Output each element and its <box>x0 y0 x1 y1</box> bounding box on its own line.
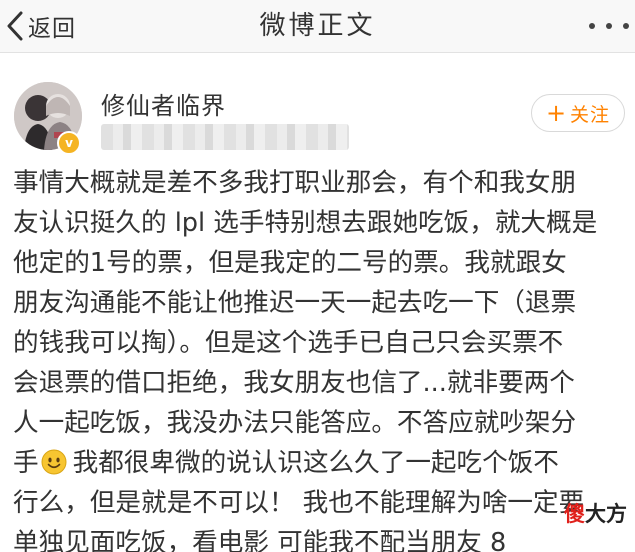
dot <box>623 23 629 29</box>
post-line: 他定的1号的票，但是我定的二号的票。我就跟女 <box>13 248 567 278</box>
post-meta-blurred <box>101 124 349 150</box>
post-line: 朋友沟通能不能让他推迟一天一起去吃一下（退票 <box>13 288 577 318</box>
post-line: 事情大概就是差不多我打职业那会，有个和我女朋 <box>13 168 577 198</box>
dot <box>589 23 595 29</box>
plus-icon: + <box>545 99 567 127</box>
follow-button[interactable]: + 关注 <box>531 94 625 132</box>
chevron-left-icon <box>4 9 26 43</box>
watermark-part: 大方 <box>585 502 627 526</box>
dot <box>606 23 612 29</box>
post-text: 事情大概就是差不多我打职业那会，有个和我女朋 友认识挺久的 lpl 选手特别想去… <box>13 163 625 552</box>
post-line: 友认识挺久的 lpl 选手特别想去跟她吃饭，就大概是 <box>13 208 598 238</box>
author-name[interactable]: 修仙者临界 <box>101 86 226 121</box>
post-text-segment: 手 <box>13 448 39 478</box>
post-line: 人一起吃饭，我没办法只能答应。不答应就吵架分 <box>13 408 577 438</box>
watermark-part: 傻 <box>564 502 585 526</box>
post-line: 单独见面吃饭，看电影 可能我不配当朋友 8 <box>13 528 507 552</box>
follow-label: 关注 <box>570 103 611 126</box>
nav-bar: 返回 微博正文 <box>0 0 635 53</box>
more-dots-icon[interactable] <box>589 14 629 38</box>
watermark: 傻 大方 <box>564 498 627 528</box>
post-text-segment: 我都很卑微的说认识这么久了一起吃个饭不 <box>72 448 559 478</box>
page-title: 微博正文 <box>259 11 376 41</box>
back-label: 返回 <box>28 16 76 42</box>
weibo-post-page: 返回 微博正文 v 修仙者临界 + 关注 事情大概就是差不多我打职业那会，有个和… <box>0 0 635 552</box>
post-line-with-emoji: 手 我都很卑微的说认识这么久了一起吃个饭不 <box>13 443 625 483</box>
post-line: 的钱我可以掏）。但是这个选手已自己只会买票不 <box>13 328 564 358</box>
post-line: 会退票的借口拒绝，我女朋友也信了...就非要两个 <box>13 368 575 398</box>
back-button[interactable]: 返回 <box>4 6 76 46</box>
smile-emoji-icon <box>41 447 67 475</box>
verified-badge-icon: v <box>57 131 81 155</box>
post-line: 行么，但是就是不可以！ 我也不能理解为啥一定要 <box>13 488 585 518</box>
